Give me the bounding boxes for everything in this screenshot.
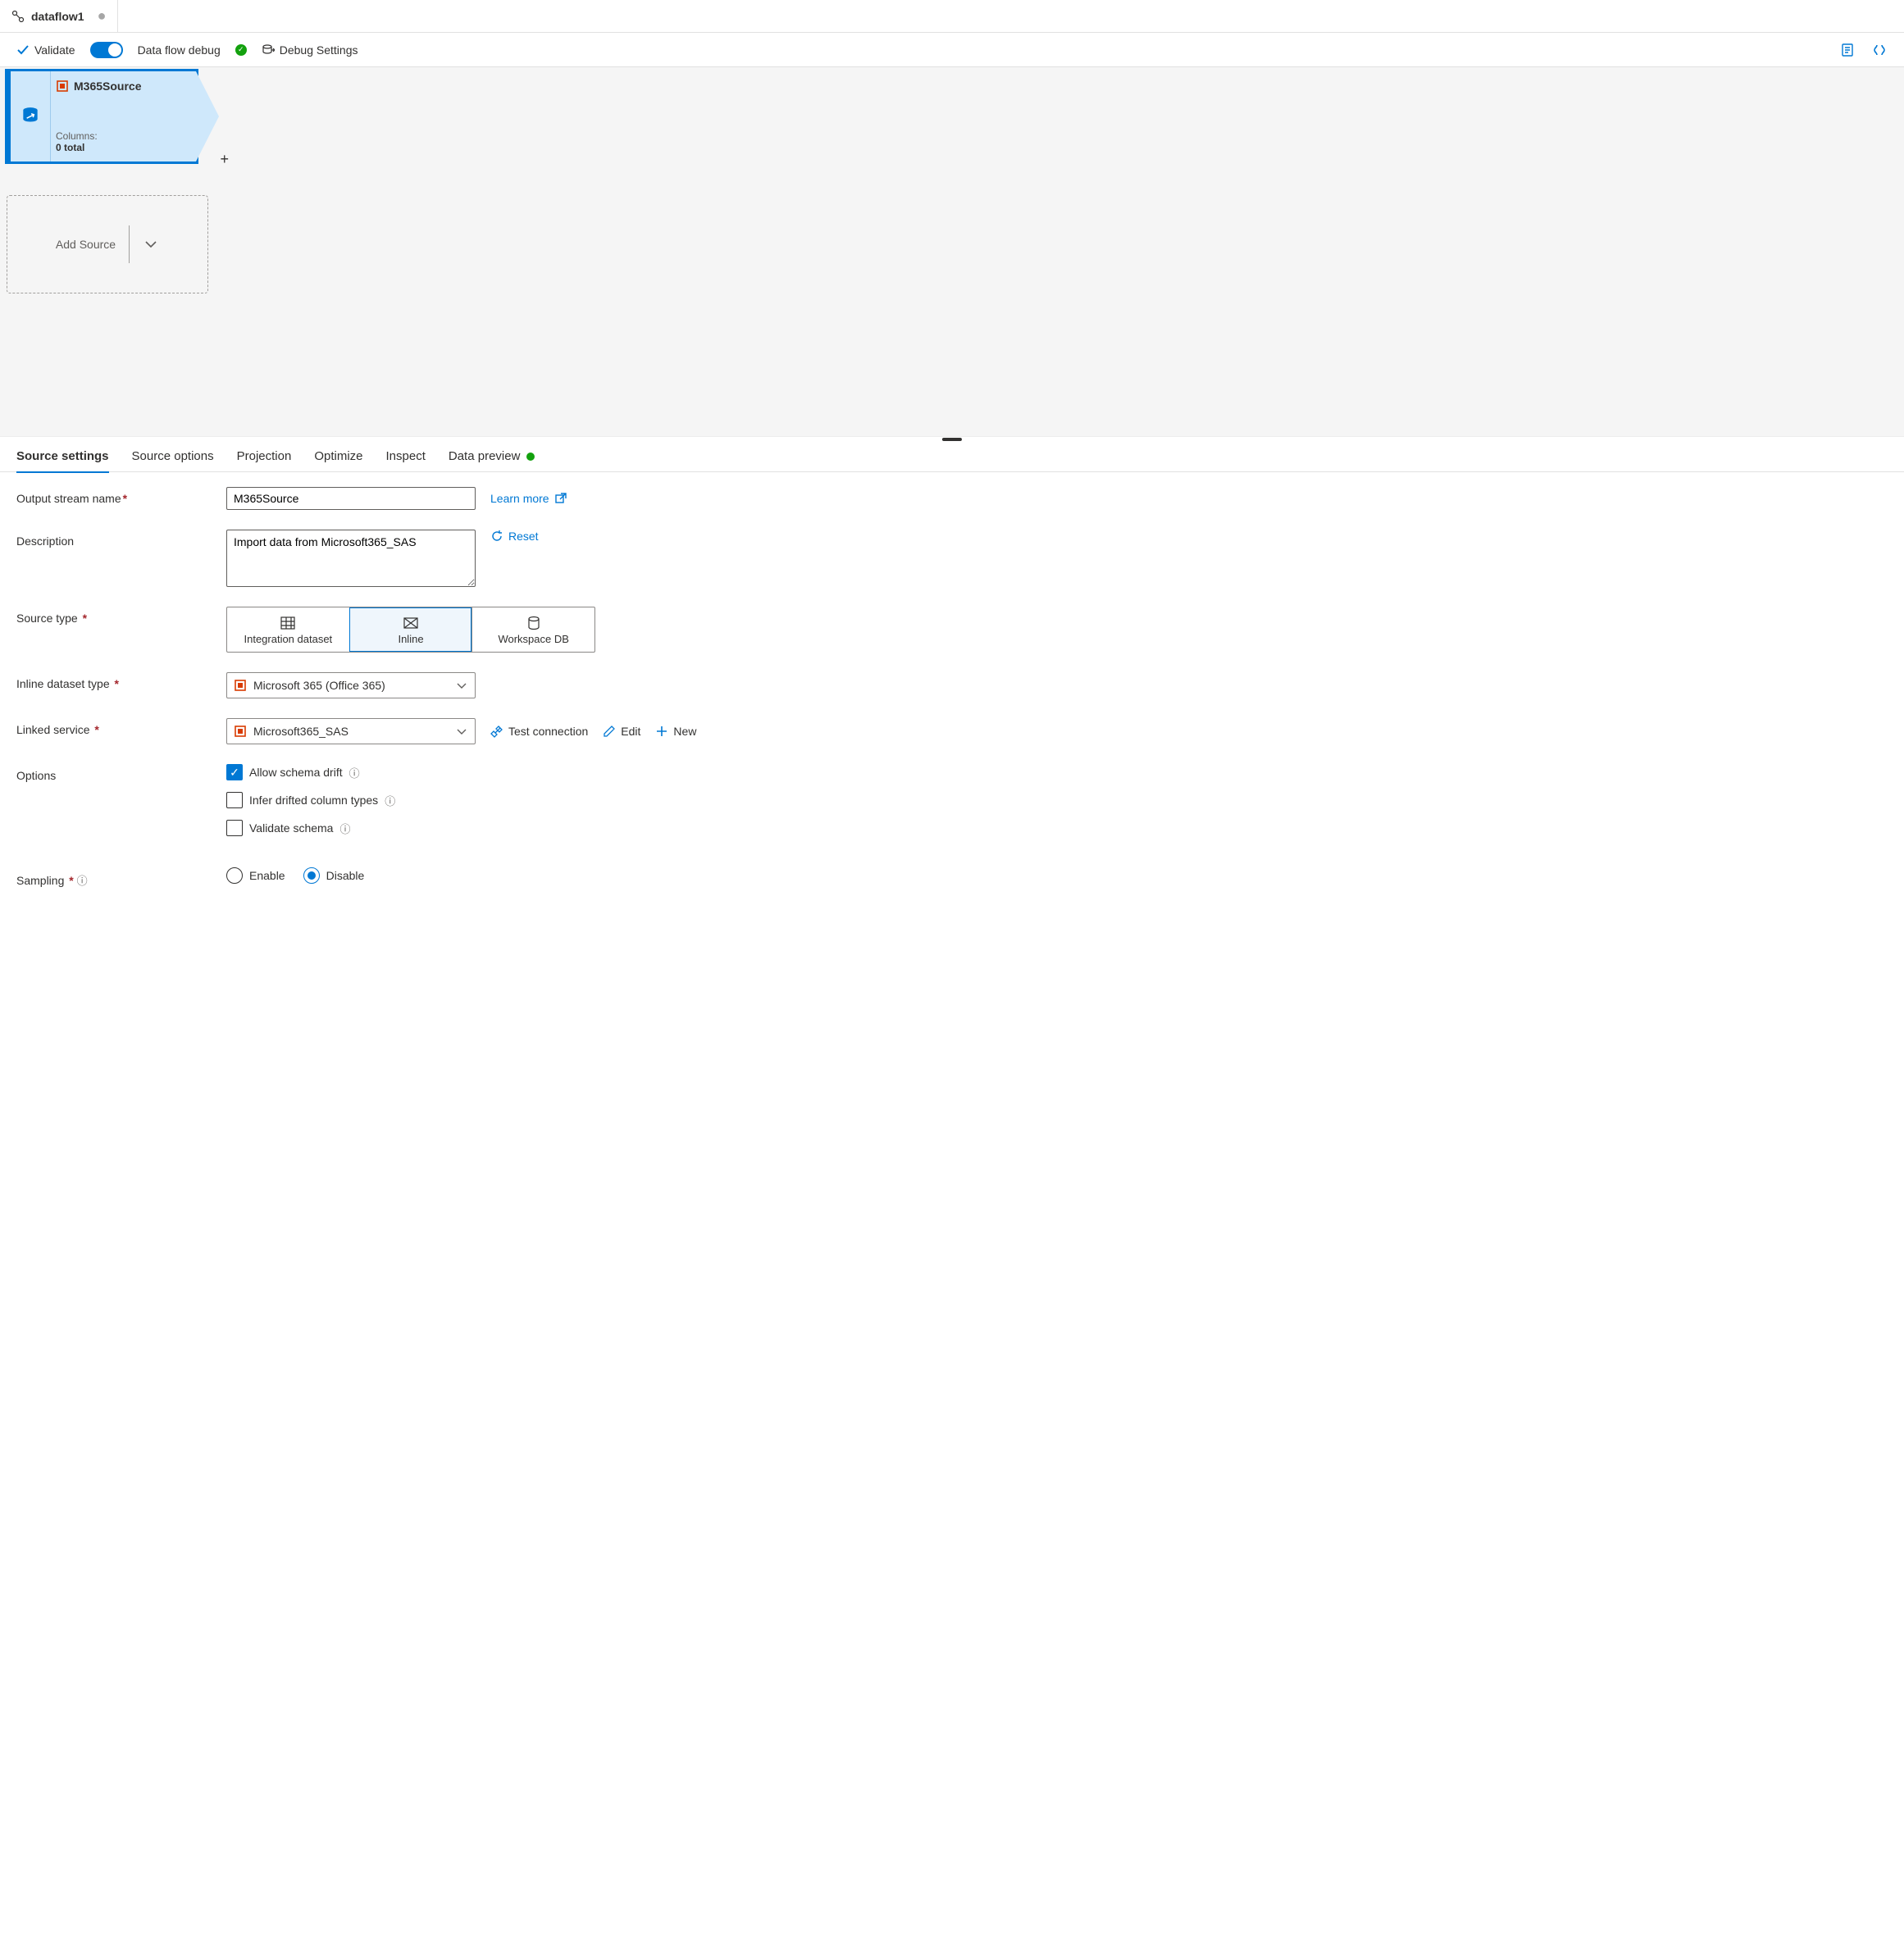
output-stream-name-input[interactable] bbox=[226, 487, 476, 510]
m365-icon bbox=[234, 725, 247, 738]
linked-service-label: Linked service * bbox=[16, 718, 213, 736]
edit-linked-service-button[interactable]: Edit bbox=[603, 725, 640, 738]
dataflow-canvas[interactable]: M365Source Columns: 0 total + Add Source bbox=[0, 67, 1904, 436]
add-source-label: Add Source bbox=[56, 238, 116, 251]
reset-icon bbox=[490, 530, 503, 543]
tab-data-preview-label: Data preview bbox=[449, 449, 521, 463]
linked-service-select[interactable]: Microsoft365_SAS bbox=[226, 718, 476, 744]
options-label: Options bbox=[16, 764, 213, 782]
tab-source-options[interactable]: Source options bbox=[132, 449, 214, 471]
checkmark-icon bbox=[16, 43, 30, 57]
validate-button[interactable]: Validate bbox=[16, 43, 75, 57]
dirty-indicator-icon: ● bbox=[98, 7, 107, 25]
debug-status-ok-icon: ✓ bbox=[235, 44, 247, 56]
description-label: Description bbox=[16, 530, 213, 548]
source-columns-label: Columns: bbox=[56, 130, 191, 142]
checkbox-checked-icon: ✓ bbox=[226, 764, 243, 780]
tab-data-preview[interactable]: Data preview bbox=[449, 449, 535, 471]
tab-source-settings[interactable]: Source settings bbox=[16, 449, 109, 471]
tab-projection[interactable]: Projection bbox=[237, 449, 292, 471]
reset-button[interactable]: Reset bbox=[490, 530, 539, 543]
test-connection-button[interactable]: Test connection bbox=[490, 725, 588, 738]
info-icon[interactable]: ⓘ bbox=[77, 875, 88, 887]
debug-toggle-label: Data flow debug bbox=[138, 43, 221, 57]
data-preview-status-icon bbox=[526, 453, 535, 461]
chevron-down-icon bbox=[455, 725, 468, 738]
output-stream-name-label: Output stream name* bbox=[16, 487, 213, 505]
sampling-enable-radio[interactable]: Enable bbox=[226, 867, 285, 884]
m365-icon bbox=[56, 80, 69, 93]
description-input[interactable] bbox=[226, 530, 476, 587]
debug-settings-button[interactable]: Debug Settings bbox=[262, 43, 358, 57]
chevron-down-icon bbox=[455, 679, 468, 692]
inline-dataset-type-value: Microsoft 365 (Office 365) bbox=[253, 679, 385, 692]
info-icon[interactable]: ⓘ bbox=[385, 793, 395, 808]
validate-schema-checkbox[interactable]: Validate schema ⓘ bbox=[226, 820, 853, 836]
source-settings-form: Output stream name* Learn more Descripti… bbox=[0, 472, 869, 921]
dataflow-toolbar: Validate Data flow debug ✓ Debug Setting… bbox=[0, 33, 1904, 67]
inline-dataset-type-select[interactable]: Microsoft 365 (Office 365) bbox=[226, 672, 476, 698]
external-link-icon bbox=[554, 492, 567, 505]
infer-drifted-checkbox[interactable]: Infer drifted column types ⓘ bbox=[226, 792, 853, 808]
m365-icon bbox=[234, 679, 247, 692]
dataflow-icon bbox=[11, 10, 25, 23]
script-view-icon[interactable] bbox=[1840, 42, 1856, 58]
radio-unchecked-icon bbox=[226, 867, 243, 884]
source-type-label: Source type * bbox=[16, 607, 213, 625]
debug-toggle[interactable] bbox=[90, 42, 123, 58]
source-type-segmented: Integration dataset Inline Workspace DB bbox=[226, 607, 595, 653]
source-columns-count: 0 total bbox=[56, 142, 191, 153]
node-add-step-button[interactable]: + bbox=[220, 151, 229, 168]
database-icon bbox=[526, 615, 542, 631]
info-icon[interactable]: ⓘ bbox=[349, 765, 360, 780]
add-source-button[interactable]: Add Source bbox=[7, 195, 208, 293]
editor-tab-dataflow1[interactable]: dataflow1 ● bbox=[0, 0, 118, 32]
checkbox-unchecked-icon bbox=[226, 820, 243, 836]
radio-checked-icon bbox=[303, 867, 320, 884]
tab-optimize[interactable]: Optimize bbox=[314, 449, 362, 471]
chevron-down-icon[interactable] bbox=[143, 236, 159, 252]
inline-icon bbox=[403, 615, 419, 631]
source-panel-tabs: Source settings Source options Projectio… bbox=[0, 441, 1904, 472]
linked-service-value: Microsoft365_SAS bbox=[253, 725, 348, 738]
debug-settings-icon bbox=[262, 43, 275, 57]
source-node-title: M365Source bbox=[74, 80, 141, 93]
source-type-inline[interactable]: Inline bbox=[349, 607, 472, 652]
tab-inspect[interactable]: Inspect bbox=[386, 449, 426, 471]
validate-label: Validate bbox=[34, 43, 75, 57]
learn-more-link[interactable]: Learn more bbox=[490, 492, 567, 505]
source-type-workspace-db[interactable]: Workspace DB bbox=[471, 607, 594, 652]
code-view-icon[interactable] bbox=[1871, 42, 1888, 58]
source-database-icon bbox=[20, 106, 41, 127]
edit-icon bbox=[603, 725, 616, 738]
new-linked-service-button[interactable]: New bbox=[655, 725, 696, 738]
editor-tab-title: dataflow1 bbox=[31, 10, 84, 23]
debug-settings-label: Debug Settings bbox=[280, 43, 358, 57]
checkbox-unchecked-icon bbox=[226, 792, 243, 808]
table-icon bbox=[280, 615, 296, 631]
sampling-label: Sampling * ⓘ bbox=[16, 867, 213, 888]
allow-schema-drift-checkbox[interactable]: ✓ Allow schema drift ⓘ bbox=[226, 764, 853, 780]
connection-icon bbox=[490, 725, 503, 738]
sampling-disable-radio[interactable]: Disable bbox=[303, 867, 365, 884]
source-node-m365[interactable]: M365Source Columns: 0 total + bbox=[7, 71, 197, 162]
source-type-integration-dataset[interactable]: Integration dataset bbox=[227, 607, 349, 652]
inline-dataset-type-label: Inline dataset type * bbox=[16, 672, 213, 690]
editor-tabbar: dataflow1 ● bbox=[0, 0, 1904, 33]
info-icon[interactable]: ⓘ bbox=[339, 821, 350, 836]
plus-icon bbox=[655, 725, 668, 738]
